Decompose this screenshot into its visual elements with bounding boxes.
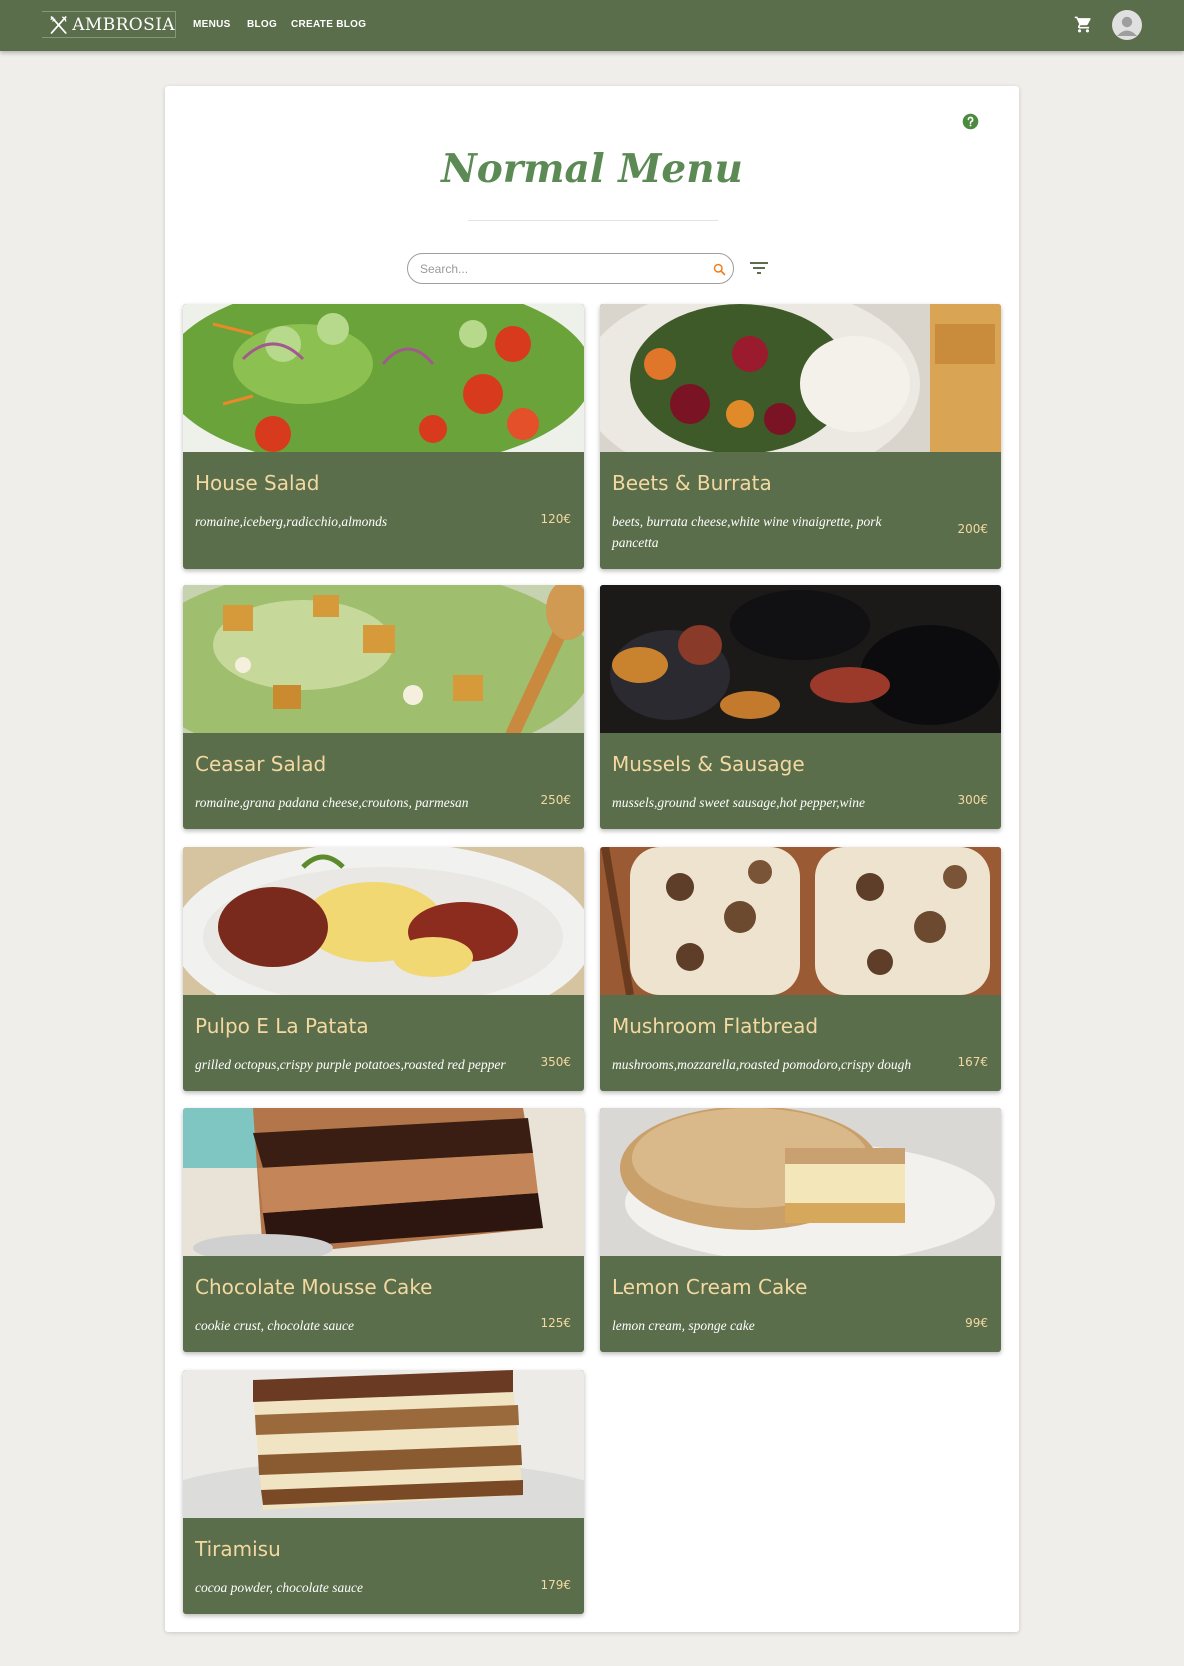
dish-image bbox=[600, 1108, 1001, 1256]
dish-name: Beets & Burrata bbox=[612, 471, 772, 495]
dish-name: Tiramisu bbox=[195, 1537, 281, 1561]
nav-blog[interactable]: BLOG bbox=[247, 19, 277, 30]
dish-price: 179€ bbox=[540, 1578, 571, 1592]
cart-icon[interactable] bbox=[1074, 15, 1093, 34]
dish-image bbox=[600, 304, 1001, 452]
dish-card[interactable]: Tiramisu cocoa powder, chocolate sauce 1… bbox=[183, 1370, 584, 1614]
search-icon[interactable] bbox=[712, 262, 727, 277]
dish-price: 300€ bbox=[957, 793, 988, 807]
dish-description: beets, burrata cheese,white wine vinaigr… bbox=[612, 514, 882, 550]
dish-description: cookie crust, chocolate sauce bbox=[195, 1318, 354, 1333]
nav-create-blog[interactable]: CREATE BLOG bbox=[291, 19, 366, 30]
dish-image bbox=[183, 304, 584, 452]
top-app-bar: AMBROSIA MENUS BLOG CREATE BLOG bbox=[0, 0, 1184, 51]
dish-name: Chocolate Mousse Cake bbox=[195, 1275, 433, 1299]
cutlery-logo-icon bbox=[50, 15, 67, 34]
dish-price: 167€ bbox=[957, 1055, 988, 1069]
dish-card[interactable]: House Salad romaine,iceberg,radicchio,al… bbox=[183, 304, 584, 569]
dish-name: Mussels & Sausage bbox=[612, 752, 805, 776]
dish-name: Pulpo E La Patata bbox=[195, 1014, 369, 1038]
dish-price: 120€ bbox=[540, 512, 571, 526]
brand-name: AMBROSIA bbox=[72, 14, 175, 35]
help-icon[interactable] bbox=[962, 113, 979, 130]
dish-description: cocoa powder, chocolate sauce bbox=[195, 1580, 363, 1595]
dish-price: 200€ bbox=[957, 522, 988, 536]
dish-image bbox=[183, 1370, 584, 1518]
search-box[interactable] bbox=[407, 253, 734, 284]
dish-name: Lemon Cream Cake bbox=[612, 1275, 808, 1299]
dish-card[interactable]: Mussels & Sausage mussels,ground sweet s… bbox=[600, 585, 1001, 829]
dish-price: 250€ bbox=[540, 793, 571, 807]
dish-card[interactable]: Ceasar Salad romaine,grana padana cheese… bbox=[183, 585, 584, 829]
dish-price: 350€ bbox=[540, 1055, 571, 1069]
dish-card[interactable]: Pulpo E La Patata grilled octopus,crispy… bbox=[183, 847, 584, 1091]
account-icon bbox=[1117, 16, 1137, 36]
dish-description: romaine,grana padana cheese,croutons, pa… bbox=[195, 795, 469, 810]
dish-card[interactable]: Chocolate Mousse Cake cookie crust, choc… bbox=[183, 1108, 584, 1352]
page-title: Normal Menu bbox=[441, 146, 743, 192]
nav-menus[interactable]: MENUS bbox=[193, 19, 231, 30]
menu-panel: Normal Menu House Salad romaine,iceberg,… bbox=[165, 86, 1019, 1632]
dish-description: romaine,iceberg,radicchio,almonds bbox=[195, 514, 388, 529]
dish-image bbox=[600, 847, 1001, 995]
filter-icon[interactable] bbox=[747, 256, 771, 280]
dish-description: mushrooms,mozzarella,roasted pomodoro,cr… bbox=[612, 1057, 912, 1072]
search-input[interactable] bbox=[420, 260, 690, 278]
dish-image bbox=[183, 1108, 584, 1256]
dish-description: lemon cream, sponge cake bbox=[612, 1318, 755, 1333]
dish-image bbox=[600, 585, 1001, 733]
title-divider bbox=[468, 220, 718, 221]
brand-logo[interactable]: AMBROSIA bbox=[42, 11, 176, 38]
dish-name: Mushroom Flatbread bbox=[612, 1014, 819, 1038]
dish-card[interactable]: Mushroom Flatbread mushrooms,mozzarella,… bbox=[600, 847, 1001, 1091]
dish-card[interactable]: Lemon Cream Cake lemon cream, sponge cak… bbox=[600, 1108, 1001, 1352]
dish-price: 125€ bbox=[540, 1316, 571, 1330]
dish-card[interactable]: Beets & Burrata beets, burrata cheese,wh… bbox=[600, 304, 1001, 569]
dish-description: mussels,ground sweet sausage,hot pepper,… bbox=[612, 795, 865, 810]
dish-name: House Salad bbox=[195, 471, 320, 495]
dish-name: Ceasar Salad bbox=[195, 752, 327, 776]
account-avatar[interactable] bbox=[1112, 10, 1142, 40]
dish-description: grilled octopus,crispy purple potatoes,r… bbox=[195, 1057, 506, 1072]
dish-image bbox=[183, 585, 584, 733]
dish-price: 99€ bbox=[965, 1316, 988, 1330]
dish-image bbox=[183, 847, 584, 995]
